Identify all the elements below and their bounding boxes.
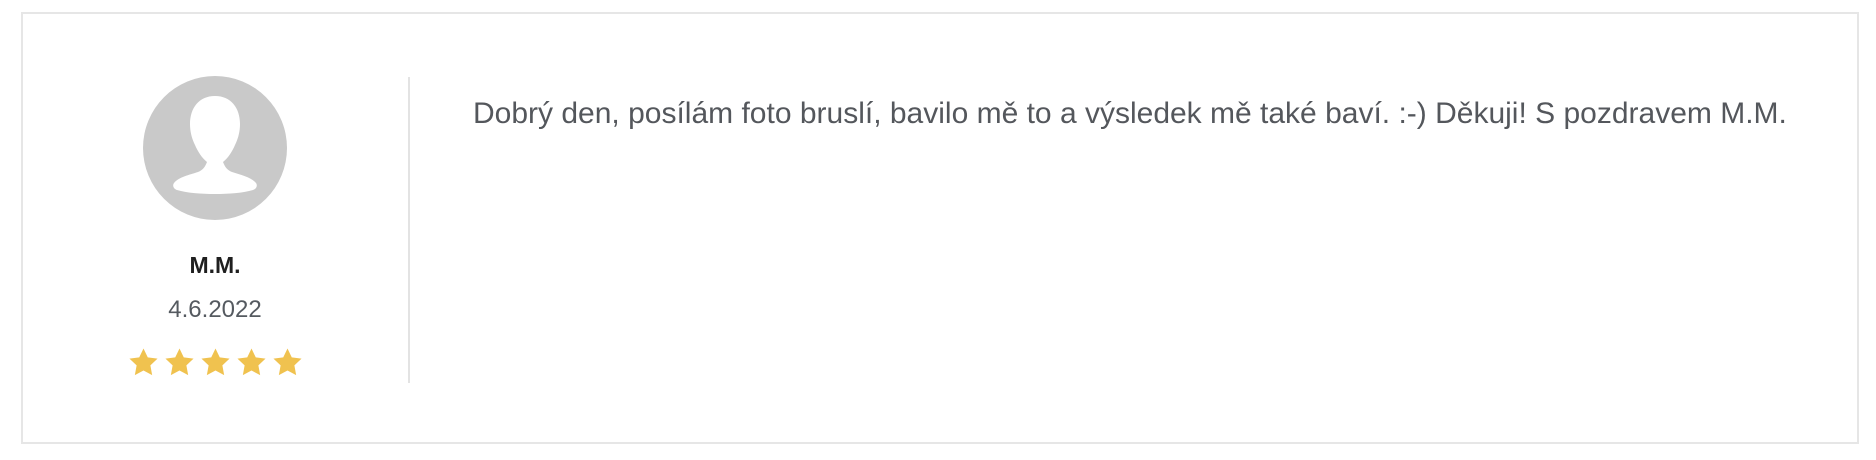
star-icon (128, 348, 158, 376)
review-text: Dobrý den, posílám foto bruslí, bavilo m… (473, 97, 1787, 130)
review-date: 4.6.2022 (168, 296, 262, 323)
star-icon (200, 348, 230, 376)
review-author-column: M.M. 4.6.2022 (23, 14, 407, 442)
star-rating (23, 346, 407, 379)
review-card: M.M. 4.6.2022 Dobrý den, posílám foto br… (21, 12, 1859, 444)
avatar (143, 76, 287, 220)
star-icon (164, 348, 194, 376)
star-icon (236, 348, 266, 376)
column-divider (408, 77, 410, 383)
review-author-name: M.M. (189, 252, 241, 278)
default-user-avatar-icon (173, 96, 257, 194)
star-icon (272, 348, 302, 376)
